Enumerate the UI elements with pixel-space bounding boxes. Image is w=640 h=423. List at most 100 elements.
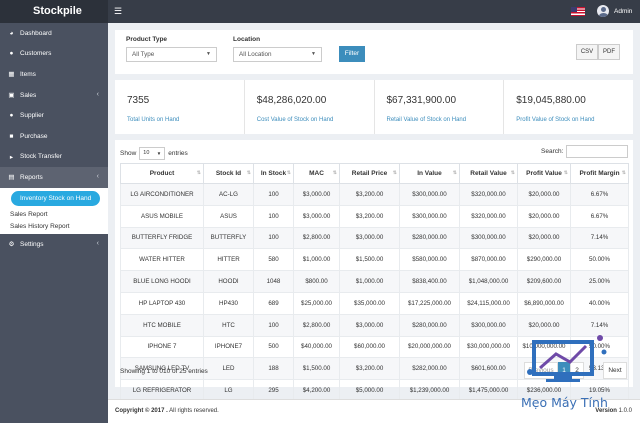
column-header-label: Product	[149, 170, 175, 177]
sort-icon: ⇅	[563, 170, 568, 176]
sidebar-item-settings[interactable]: ⚙ Settings ‹	[0, 234, 108, 255]
location-label: Location	[233, 36, 261, 43]
sidebar-item-stock-transfer[interactable]: ▸ Stock Transfer	[0, 147, 108, 168]
caret-down-icon: ▼	[156, 151, 162, 156]
stats-panel: 7355 Total Units on Hand $48,286,020.00 …	[115, 80, 633, 134]
search-input[interactable]	[566, 145, 628, 158]
table-cell: $280,000.00	[399, 226, 460, 250]
entries-select[interactable]: 10 ▼	[139, 147, 166, 160]
table-cell: 100	[253, 183, 294, 206]
supplier-icon: ●	[9, 112, 14, 120]
table-row[interactable]: BLUE LONG HOODI HOODI 1048 $800.00 $1,000.00…	[120, 270, 629, 293]
stat-label: Total Units on Hand	[127, 117, 180, 123]
table-row[interactable]: ASUS MOBILE ASUS 100 $3,000.00 $3,200.00 $300…	[120, 204, 629, 228]
sort-icon: ⇅	[196, 170, 201, 176]
sort-icon: ⇅	[332, 170, 337, 176]
column-header[interactable]: Stock Id ⇅	[203, 163, 254, 184]
table-cell: $40,000.00	[293, 335, 340, 359]
product-type-value: All Type	[132, 51, 155, 58]
csv-button[interactable]: CSV	[576, 44, 598, 60]
chevron-left-icon: ‹	[96, 239, 99, 247]
table-cell: $300,000.00	[399, 183, 460, 206]
sidebar-item-dashboard[interactable]: ◕ Dashboard	[0, 23, 108, 44]
sidebar-item-reports[interactable]: ▤ Reports ‹	[0, 167, 108, 188]
location-select[interactable]: All Location ▼	[233, 47, 322, 62]
stat-value: $48,286,020.00	[256, 95, 327, 106]
menu-toggle-icon[interactable]: ☰	[114, 6, 122, 16]
submenu-sales-history-report[interactable]: Sales History Report	[0, 220, 108, 232]
column-header[interactable]: Product ⇅	[120, 163, 204, 184]
table-cell: $3,200.00	[339, 204, 400, 228]
product-type-select[interactable]: All Type ▼	[126, 47, 217, 62]
sidebar-item-customers[interactable]: ● Customers	[0, 44, 108, 65]
sidebar-item-supplier[interactable]: ● Supplier	[0, 105, 108, 126]
table-cell: AC-LG	[203, 183, 254, 206]
sort-icon: ⇅	[246, 170, 251, 176]
table-row[interactable]: WATER HITTER HITTER 580 $1,000.00 $1,500.00 $…	[120, 248, 629, 272]
sidebar-item-label: Reports	[20, 173, 43, 181]
table-cell: $1,500.00	[339, 248, 400, 272]
brand-logo[interactable]: Stockpile	[0, 0, 108, 23]
column-header[interactable]: Profit Value ⇅	[517, 163, 571, 184]
sort-icon: ⇅	[452, 170, 457, 176]
users-icon: ●	[9, 50, 14, 58]
user-name[interactable]: Admin	[614, 0, 632, 23]
us-flag-icon[interactable]	[571, 7, 585, 16]
table-cell: 100	[253, 226, 294, 250]
table-cell: $3,200.00	[339, 357, 400, 381]
table-row[interactable]: LG AIRCONDITIONER AC-LG 100 $3,000.00 $3,200…	[120, 183, 629, 206]
entries-control: Show 10 ▼ entries	[120, 147, 188, 160]
stat-value: $19,045,880.00	[516, 95, 586, 106]
table-cell: 188	[253, 357, 294, 381]
user-avatar[interactable]	[597, 5, 609, 17]
pdf-button[interactable]: PDF	[598, 44, 620, 60]
table-cell: $20,000.00	[517, 204, 571, 228]
table-cell: 50.00%	[570, 248, 629, 272]
sidebar-item-items[interactable]: ▦ Items	[0, 64, 108, 85]
table-cell: $60,000.00	[339, 335, 400, 359]
table-cell: $3,000.00	[293, 204, 340, 228]
copyright: Copyright © 2017 . All rights reserved.	[115, 408, 219, 414]
sort-icon: ⇅	[392, 170, 397, 176]
table-cell: $280,000.00	[399, 313, 460, 337]
stat-label: Retail Value of Stock on Hand	[386, 117, 467, 123]
column-header[interactable]: MAC ⇅	[293, 163, 340, 184]
submenu-sales-report[interactable]: Sales Report	[0, 206, 108, 220]
column-header[interactable]: Retail Value ⇅	[459, 163, 518, 184]
table-cell: $17,225,000.00	[399, 291, 460, 315]
submenu-inventory-stock[interactable]: Inventory Stock on Hand	[11, 190, 101, 206]
column-header[interactable]: Profit Margin ⇅	[570, 163, 629, 184]
filter-button[interactable]: Filter	[339, 46, 365, 62]
table-cell: HITTER	[203, 248, 254, 272]
table-cell: $3,200.00	[339, 183, 400, 206]
table-cell: $3,000.00	[339, 226, 400, 250]
column-header[interactable]: Retail Price ⇅	[339, 163, 400, 184]
table-header-row: Product ⇅ Stock Id ⇅ In Stock ⇅ MAC ⇅ Retail Pri…	[120, 163, 629, 184]
watermark-text: Mẹo Máy Tính	[521, 395, 608, 410]
stat-value: 7355	[127, 95, 150, 106]
table-row[interactable]: BUTTERFLY FRIDGE BUTTERFLY 100 $2,800.00 $3,…	[120, 226, 629, 250]
stat-label: Cost Value of Stock on Hand	[256, 117, 334, 123]
table-cell: $1,000.00	[293, 248, 340, 272]
table-cell: HTC MOBILE	[120, 313, 204, 337]
column-header-label: Stock Id	[215, 170, 242, 177]
table-cell: IPHONE 7	[120, 335, 204, 359]
column-header[interactable]: In Value ⇅	[399, 163, 460, 184]
copyright-rest: All rights reserved.	[167, 408, 219, 414]
table-row[interactable]: HP LAPTOP 430 HP430 689 $25,000.00 $35,000.0…	[120, 291, 629, 315]
sidebar-item-sales[interactable]: ▣ Sales ‹	[0, 85, 108, 106]
stat-label: Profit Value of Stock on Hand	[516, 117, 595, 123]
chevron-left-icon: ‹	[96, 90, 99, 98]
sidebar-item-purchase[interactable]: ■ Purchase	[0, 126, 108, 147]
table-cell: $290,000.00	[517, 248, 571, 272]
table-cell: $300,000.00	[459, 313, 518, 337]
table-cell: $800.00	[293, 270, 340, 293]
column-header[interactable]: In Stock ⇅	[253, 163, 294, 184]
show-label: Show	[120, 150, 137, 157]
table-cell: 100	[253, 313, 294, 337]
table-cell: $35,000.00	[339, 291, 400, 315]
items-icon: ▦	[8, 71, 15, 79]
cart-icon: ■	[9, 132, 14, 140]
reports-submenu: Inventory Stock on Hand Sales Report Sal…	[0, 187, 108, 234]
column-header-label: MAC	[309, 170, 324, 177]
